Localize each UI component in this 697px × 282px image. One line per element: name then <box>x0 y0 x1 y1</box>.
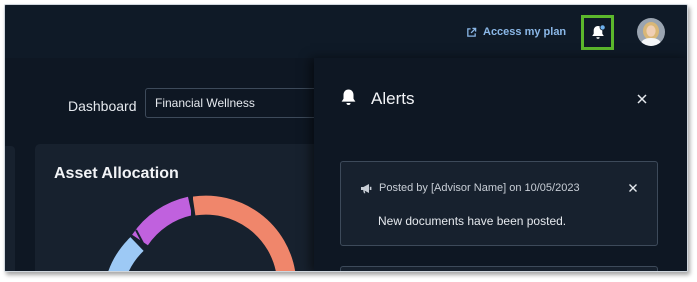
alerts-header: Alerts <box>314 58 687 113</box>
access-my-plan-link[interactable]: Access my plan <box>466 23 566 41</box>
alert-item: Posted by [Advisor Name] on 10/05/2023 N… <box>340 161 658 246</box>
app-window: Access my plan Dashboard Financial Welln… <box>4 4 688 272</box>
previous-card-edge <box>5 146 15 271</box>
alerts-bell-icon <box>341 89 356 105</box>
top-bar: Access my plan <box>5 5 687 58</box>
dashboard-view-select[interactable]: Financial Wellness <box>145 88 323 118</box>
donut-segment-purple <box>132 196 193 246</box>
bell-icon <box>591 24 606 39</box>
dismiss-alert-icon[interactable] <box>628 183 638 193</box>
asset-allocation-card: Asset Allocation <box>35 144 325 271</box>
external-link-icon <box>467 27 477 37</box>
alert-meta: Posted by [Advisor Name] on 10/05/2023 <box>360 182 580 194</box>
alert-posted-by: Posted by [Advisor Name] on 10/05/2023 <box>379 182 580 194</box>
alert-message: New documents have been posted. <box>378 214 567 228</box>
user-avatar[interactable] <box>637 18 665 46</box>
donut-segment-salmon <box>192 195 296 271</box>
notifications-button[interactable] <box>581 15 614 50</box>
dashboard-label: Dashboard <box>68 98 137 114</box>
alert-item <box>340 266 658 271</box>
asset-allocation-donut <box>108 195 296 271</box>
megaphone-icon <box>361 183 372 193</box>
access-my-plan-label: Access my plan <box>483 26 567 38</box>
alerts-panel: Alerts Posted by [Advisor Name] on 10/05… <box>314 58 687 271</box>
donut-segment-blue <box>108 237 144 271</box>
close-alerts-icon[interactable] <box>636 93 648 105</box>
alerts-title: Alerts <box>371 89 415 108</box>
